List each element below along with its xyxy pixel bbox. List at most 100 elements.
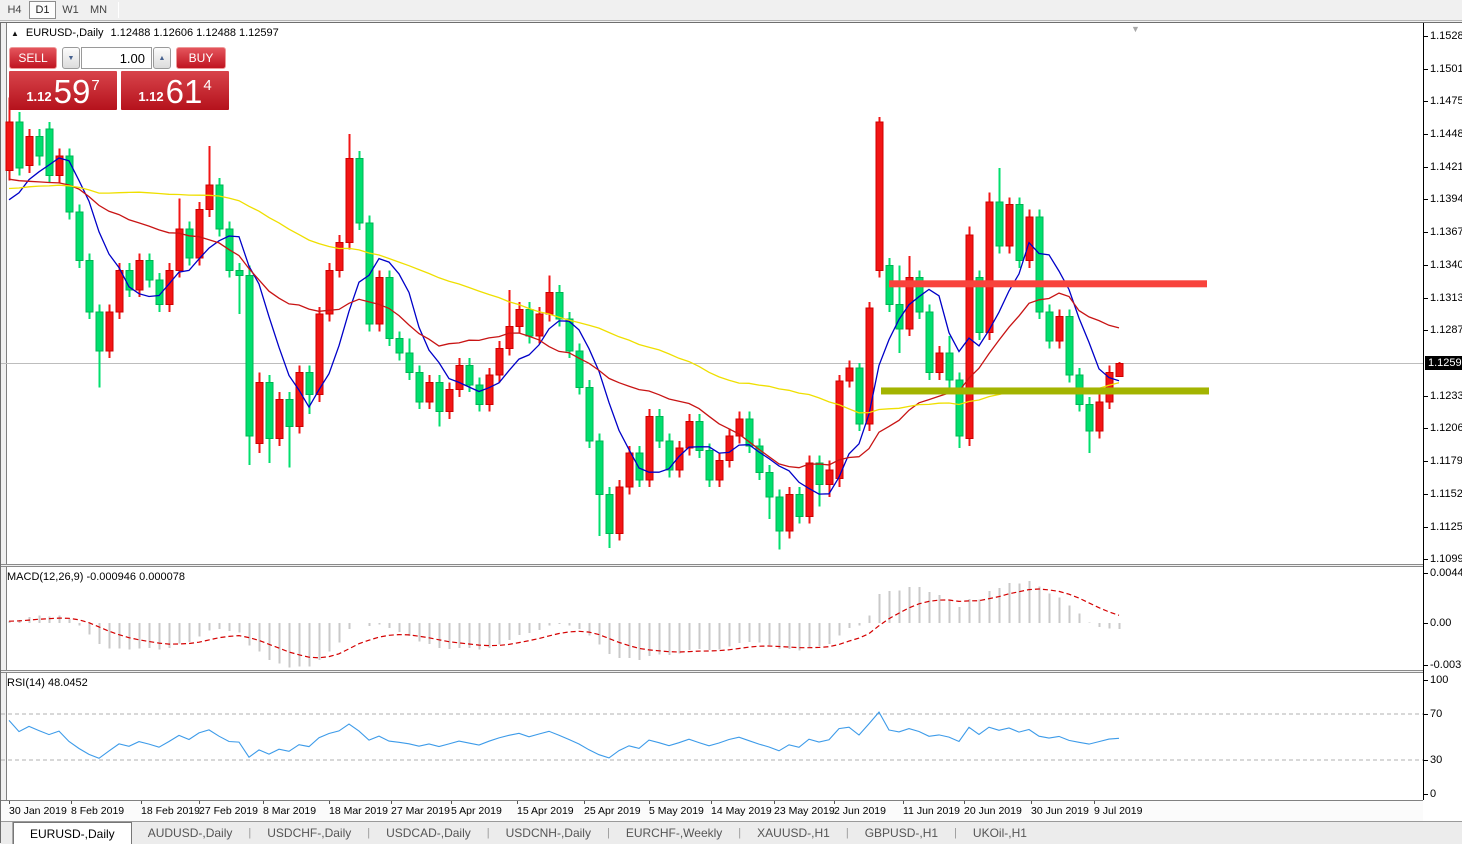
rsi-axis-label: 30 <box>1430 754 1442 766</box>
resistance-line[interactable] <box>889 280 1207 287</box>
date-label: 27 Feb 2019 <box>199 805 258 817</box>
timeframe-buttons: H4D1W1MN <box>0 1 112 19</box>
rsi-line <box>9 712 1119 758</box>
candle-body <box>966 235 973 438</box>
candle-body <box>536 314 543 336</box>
chart-tab-audusd-daily[interactable]: AUDUSD-,Daily <box>132 822 249 844</box>
timeframe-button-w1[interactable]: W1 <box>57 1 84 19</box>
candle-body <box>336 242 343 270</box>
candle-body <box>596 441 603 495</box>
sell-button[interactable]: SELL <box>9 47 57 69</box>
collapse-panel-icon[interactable]: ▲ <box>11 29 19 38</box>
timeframe-button-d1[interactable]: D1 <box>29 1 56 19</box>
rsi-axis-label: 0 <box>1430 788 1436 800</box>
date-label: 23 May 2019 <box>774 805 835 817</box>
sell-price-tile[interactable]: 1.12 59 7 <box>9 71 117 110</box>
timeframe-button-h4[interactable]: H4 <box>1 1 28 19</box>
chart-tab-gbpusd-h1[interactable]: GBPUSD-,H1 <box>849 822 954 844</box>
date-label: 27 Mar 2019 <box>391 805 450 817</box>
macd-pane[interactable]: MACD(12,26,9) -0.000946 0.000078 <box>1 567 1423 670</box>
candle-body <box>316 314 323 394</box>
buy-price-main: 61 <box>166 75 203 108</box>
buy-price-prefix: 1.12 <box>138 89 163 104</box>
chart-tab-xauusd-h1[interactable]: XAUUSD-,H1 <box>741 822 846 844</box>
macd-axis-label: 0.00 <box>1430 617 1451 629</box>
macd-signal-line <box>9 589 1119 658</box>
candle-body <box>216 185 223 229</box>
candle-body <box>96 312 103 351</box>
candle-body <box>506 326 513 348</box>
candle-body <box>436 382 443 411</box>
candle-body <box>836 381 843 478</box>
support-line[interactable] <box>881 387 1209 394</box>
candle-body <box>376 278 383 324</box>
chart-tab-eurchf-weekly[interactable]: EURCHF-,Weekly <box>610 822 738 844</box>
price-axis-label: 1.12870 <box>1430 324 1462 336</box>
axis-tick-mark <box>1424 428 1428 429</box>
candle-body <box>926 312 933 373</box>
axis-tick-mark <box>1424 559 1428 560</box>
timeframe-toolbar: H4D1W1MN <box>0 0 1462 21</box>
candle-body <box>76 212 83 261</box>
price-axis-label: 1.12330 <box>1430 390 1462 402</box>
axis-tick-mark <box>1424 134 1428 135</box>
date-tick-mark <box>451 801 452 804</box>
candle-body <box>546 292 553 314</box>
timeframe-button-mn[interactable]: MN <box>85 1 112 19</box>
chart-window: MACD(12,26,9) -0.000946 0.000078 RSI(14)… <box>0 22 1462 843</box>
chart-tab-usdcad-daily[interactable]: USDCAD-,Daily <box>370 822 487 844</box>
date-tick-mark <box>964 801 965 804</box>
axis-tick-mark <box>1424 461 1428 462</box>
chart-tab-usdchf-daily[interactable]: USDCHF-,Daily <box>251 822 367 844</box>
candle-body <box>236 270 243 275</box>
candle-body <box>196 210 203 259</box>
candle-body <box>1096 402 1103 431</box>
candle-body <box>1046 312 1053 341</box>
axis-tick-mark <box>1424 573 1428 574</box>
sell-price-prefix: 1.12 <box>26 89 51 104</box>
rsi-pane[interactable]: RSI(14) 48.0452 <box>1 673 1423 800</box>
moving-average-mid[interactable] <box>9 179 1119 468</box>
candle-body <box>326 270 333 314</box>
price-axis[interactable]: 1.152851.150151.147501.144801.142101.139… <box>1423 23 1462 800</box>
candle-body <box>1116 363 1123 376</box>
moving-average-fast[interactable] <box>9 158 1119 494</box>
candle-body <box>656 417 663 441</box>
date-tick-mark <box>584 801 585 804</box>
date-axis[interactable]: 30 Jan 20198 Feb 201918 Feb 201927 Feb 2… <box>1 800 1423 821</box>
candle-body <box>896 305 903 329</box>
volume-increase-button[interactable]: ▲ <box>153 47 171 69</box>
date-label: 18 Feb 2019 <box>141 805 200 817</box>
candle-body <box>556 292 563 319</box>
candle-body <box>296 373 303 427</box>
chart-title: ▲ EURUSD-,Daily 1.12488 1.12606 1.12488 … <box>11 27 279 39</box>
candle-body <box>686 421 693 448</box>
scroll-marker-icon[interactable]: ▼ <box>1131 24 1140 34</box>
candle-body <box>1086 404 1093 431</box>
volume-input[interactable] <box>81 47 152 69</box>
candle-body <box>486 375 493 404</box>
axis-tick-mark <box>1424 794 1428 795</box>
date-label: 2 Jun 2019 <box>834 805 886 817</box>
volume-decrease-button[interactable]: ▼ <box>62 47 80 69</box>
candle-body <box>876 122 883 271</box>
candle-body <box>626 453 633 487</box>
candle-body <box>936 353 943 372</box>
toolbar-divider <box>118 2 119 18</box>
chart-tab-eurusd-daily[interactable]: EURUSD-,Daily <box>13 822 132 844</box>
candle-body <box>586 387 593 441</box>
axis-tick-mark <box>1424 36 1428 37</box>
date-tick-mark <box>199 801 200 804</box>
candle-body <box>716 460 723 479</box>
price-axis-label: 1.14480 <box>1430 128 1462 140</box>
price-axis-label: 1.15015 <box>1430 63 1462 75</box>
buy-price-tile[interactable]: 1.12 61 4 <box>121 71 229 110</box>
date-tick-mark <box>263 801 264 804</box>
candle-body <box>6 122 13 171</box>
chart-tab-ukoil-h1[interactable]: UKOil-,H1 <box>957 822 1043 844</box>
candle-body <box>1036 217 1043 312</box>
buy-button[interactable]: BUY <box>176 47 226 69</box>
chart-tab-usdcnh-daily[interactable]: USDCNH-,Daily <box>490 822 607 844</box>
candle-body <box>996 202 1003 246</box>
date-tick-mark <box>834 801 835 804</box>
